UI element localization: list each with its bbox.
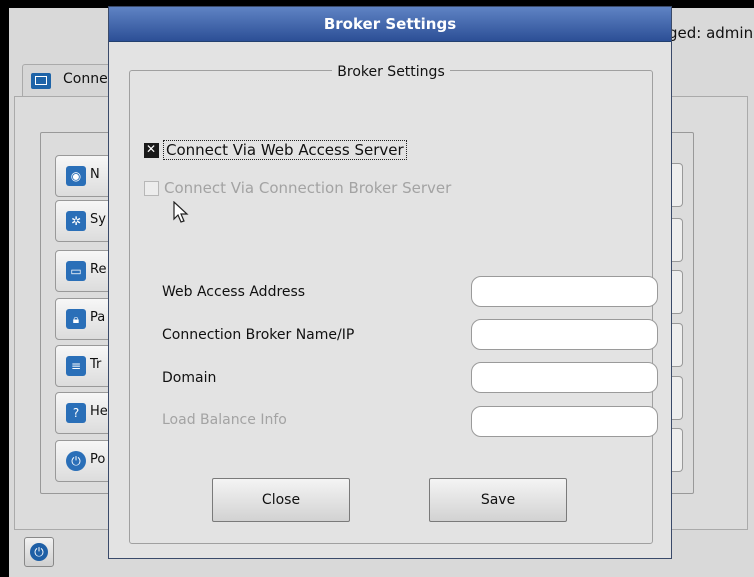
dialog-titlebar[interactable]: Broker Settings [109,7,671,42]
web-access-address-label: Web Access Address [162,284,306,300]
dialog-title: Broker Settings [323,15,457,33]
logged-in-status: ged: admin [668,24,754,42]
domain-input[interactable] [471,362,658,393]
bg-item-label: Po [90,452,106,467]
power-icon: ⏻ [30,543,48,561]
connection-broker-name-label: Connection Broker Name/IP [162,327,355,343]
power-icon: ⏻ [66,451,86,471]
save-button[interactable]: Save [429,478,567,522]
bg-item-label: Pa [90,310,106,325]
bg-item-label: He [90,404,108,419]
monitor-icon: ▭ [66,261,86,281]
bg-item-label: N [90,167,100,182]
web-access-address-input[interactable] [471,276,658,307]
connection-broker-checkbox [144,180,159,196]
printer-icon: ≡ [66,356,86,376]
option-web-access[interactable]: Connect Via Web Access Server [144,139,407,161]
bg-item-label: Tr [90,357,102,372]
close-button[interactable]: Close [212,478,350,522]
connection-broker-label: Connect Via Connection Broker Server [164,179,452,197]
bg-item-label: Sy [90,212,106,227]
connection-icon [31,73,51,89]
mouse-cursor-icon [173,201,189,223]
domain-label: Domain [162,370,217,386]
broker-settings-group: Broker Settings Connect Via Web Access S… [129,64,658,544]
connection-broker-name-input[interactable] [471,319,658,350]
load-balance-info-label: Load Balance Info [162,412,287,428]
web-access-label[interactable]: Connect Via Web Access Server [163,140,407,160]
power-menu-button[interactable]: ⏻ [24,537,54,567]
lock-icon: 🔒︎ [66,309,86,329]
bg-item-label: Re [90,262,107,277]
help-icon: ? [66,403,86,423]
broker-settings-dialog: Broker Settings Broker Settings Connect … [108,6,672,559]
group-title: Broker Settings [332,64,450,80]
tab-connections[interactable]: Conne [22,64,120,98]
load-balance-info-input [471,406,658,437]
option-connection-broker: Connect Via Connection Broker Server [144,177,451,199]
web-access-checkbox[interactable] [144,142,159,158]
tab-label: Conne [63,71,108,87]
globe-icon: ◉ [66,166,86,186]
gear-icon: ✲ [66,211,86,231]
